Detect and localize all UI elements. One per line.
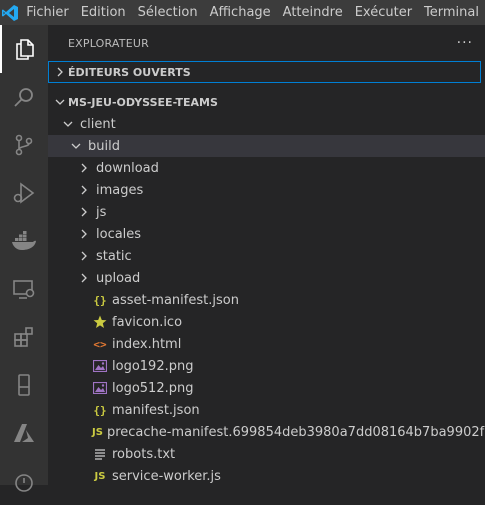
device-icon[interactable] (0, 361, 48, 409)
extensions-icon[interactable] (0, 313, 48, 361)
file-item[interactable]: favicon.ico (48, 311, 485, 333)
folder-client[interactable]: client (48, 113, 485, 135)
image-icon (92, 358, 108, 374)
menu-selection[interactable]: Sélection (132, 0, 204, 25)
folder-js[interactable]: js (48, 201, 485, 223)
html-icon: <> (93, 337, 107, 351)
folder-download[interactable]: download (48, 157, 485, 179)
explorer-icon[interactable] (0, 25, 48, 73)
folder-label: build (88, 138, 120, 154)
chevron-right-icon (76, 226, 92, 242)
menu-fichier[interactable]: Fichier (20, 0, 75, 25)
menu-atteindre[interactable]: Atteindre (277, 0, 349, 25)
chevron-right-icon (76, 270, 92, 286)
js-icon: JS (92, 426, 103, 438)
file-label: logo192.png (112, 358, 194, 374)
chevron-down-icon (52, 94, 68, 110)
file-item[interactable]: logo512.png (48, 377, 485, 399)
json-icon: {} (93, 403, 107, 417)
menu-terminal[interactable]: Terminal (418, 0, 485, 25)
menu-bar: Fichier Edition Sélection Affichage Atte… (0, 0, 485, 25)
file-item[interactable]: JS precache-manifest.699854deb3980a7dd081… (48, 421, 485, 443)
text-icon (92, 446, 108, 462)
folder-label: upload (96, 270, 141, 286)
explorer-header: EXPLORATEUR ··· (48, 25, 485, 61)
json-icon: {} (93, 293, 107, 307)
chevron-down-icon (60, 116, 76, 132)
project-name: MS-JEU-ODYSSEE-TEAMS (68, 95, 218, 109)
file-item[interactable]: <> index.html (48, 333, 485, 355)
folder-label: locales (96, 226, 142, 242)
folder-label: js (96, 204, 107, 220)
file-item[interactable]: {} manifest.json (48, 399, 485, 421)
menu-executer[interactable]: Exécuter (349, 0, 418, 25)
folder-label: client (80, 116, 116, 132)
file-item[interactable]: robots.txt (48, 443, 485, 465)
run-debug-icon[interactable] (0, 169, 48, 217)
docker-icon[interactable] (0, 217, 48, 265)
file-label: service-worker.js (112, 468, 221, 484)
image-icon (92, 380, 108, 396)
chevron-right-icon (76, 182, 92, 198)
explorer-title: EXPLORATEUR (68, 36, 149, 50)
menu-affichage[interactable]: Affichage (204, 0, 277, 25)
favicon-icon (92, 314, 108, 330)
file-item[interactable]: logo192.png (48, 355, 485, 377)
chevron-right-icon (76, 160, 92, 176)
file-label: logo512.png (112, 380, 194, 396)
file-label: index.html (112, 336, 182, 352)
folder-build[interactable]: build (48, 135, 485, 157)
menu-edition[interactable]: Edition (75, 0, 132, 25)
source-control-icon[interactable] (0, 121, 48, 169)
folder-label: images (96, 182, 144, 198)
search-icon[interactable] (0, 73, 48, 121)
chevron-right-icon (52, 64, 68, 80)
file-item[interactable]: {} asset-manifest.json (48, 289, 485, 311)
activity-bar (0, 25, 48, 492)
open-editors-section[interactable]: ÉDITEURS OUVERTS (48, 61, 481, 83)
folder-upload[interactable]: upload (48, 267, 485, 289)
folder-label: static (96, 248, 132, 264)
js-icon: JS (94, 470, 106, 482)
chevron-right-icon (76, 204, 92, 220)
file-label: manifest.json (112, 402, 200, 418)
chevron-down-icon (68, 138, 84, 154)
explorer-sidebar: EXPLORATEUR ··· ÉDITEURS OUVERTS MS-JEU-… (48, 25, 485, 485)
remote-explorer-icon[interactable] (0, 265, 48, 313)
folder-static[interactable]: static (48, 245, 485, 267)
folder-locales[interactable]: locales (48, 223, 485, 245)
file-item[interactable]: JS service-worker.js (48, 465, 485, 487)
vscode-logo-icon (0, 0, 20, 25)
file-label: asset-manifest.json (112, 292, 239, 308)
file-label: favicon.ico (112, 314, 183, 330)
file-label: robots.txt (112, 446, 176, 462)
folder-label: download (96, 160, 159, 176)
chevron-right-icon (76, 248, 92, 264)
more-actions-icon[interactable]: ··· (457, 35, 473, 51)
project-section[interactable]: MS-JEU-ODYSSEE-TEAMS (48, 91, 485, 113)
folder-images[interactable]: images (48, 179, 485, 201)
open-editors-label: ÉDITEURS OUVERTS (68, 65, 191, 79)
file-label: precache-manifest.699854deb3980a7dd08164… (106, 424, 485, 440)
azure-icon[interactable] (0, 409, 48, 457)
timeline-icon[interactable] (0, 457, 48, 505)
